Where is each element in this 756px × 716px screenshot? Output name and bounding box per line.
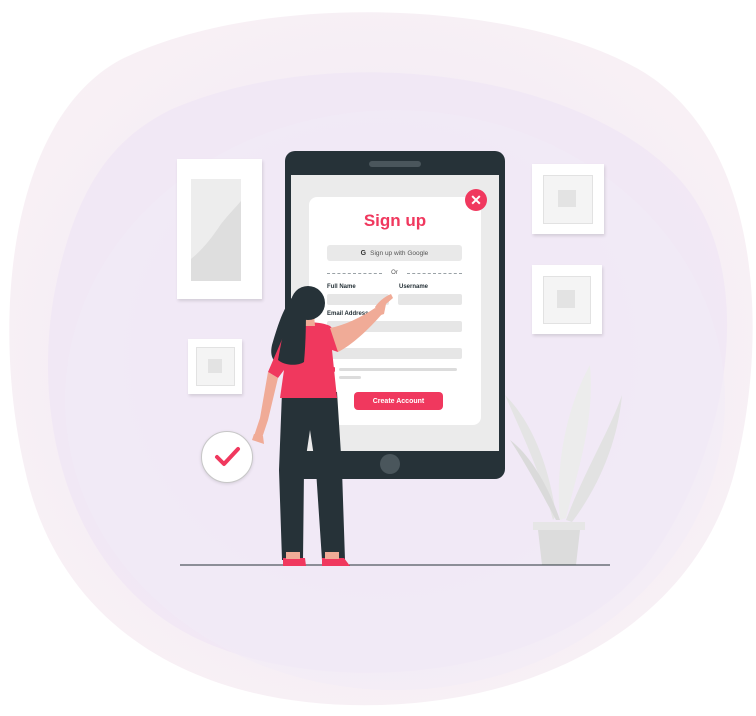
- woman-figure: [252, 286, 393, 566]
- signup-illustration: ✕ Sign up G Sign up with Google Or Full …: [0, 0, 756, 716]
